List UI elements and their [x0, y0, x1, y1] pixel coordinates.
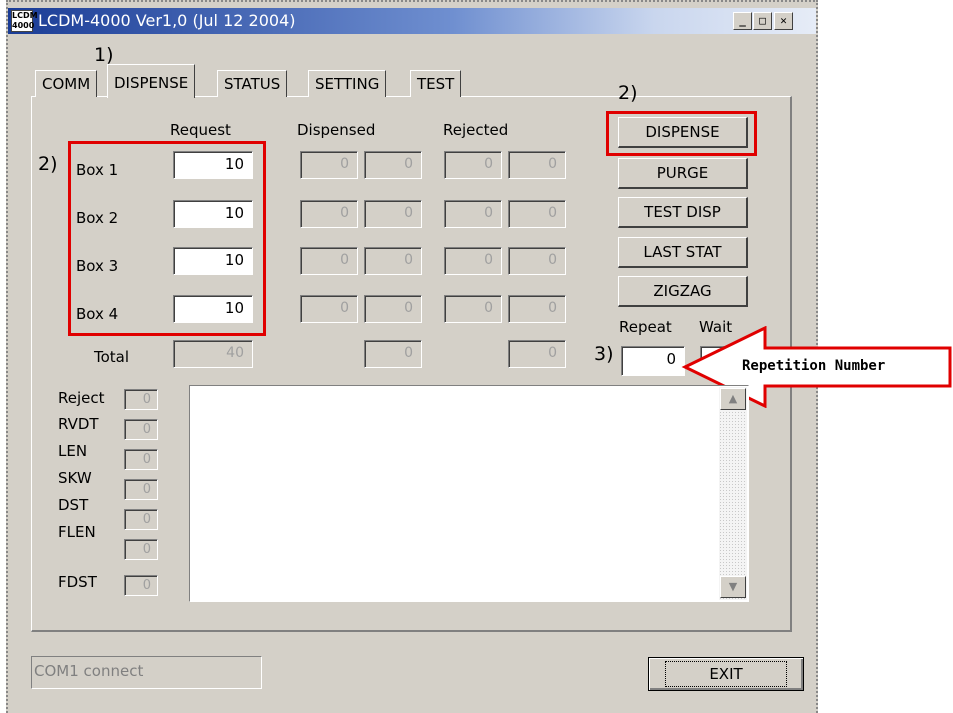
zigzag-button[interactable]: ZIGZAG: [618, 276, 748, 307]
window-title: LCDM-4000 Ver1,0 (Jul 12 2004): [38, 11, 296, 30]
annotation-tab-marker: 1): [94, 44, 114, 66]
tab-test[interactable]: TEST: [410, 70, 462, 97]
header-rejected: Rejected: [443, 121, 509, 139]
app-icon: LCDM 4000: [11, 10, 38, 32]
stat-field-dst: 0: [124, 509, 158, 530]
total-request-field: 40: [173, 340, 253, 368]
scroll-down-icon[interactable]: ▼: [720, 576, 746, 598]
box-label: Box 4: [76, 305, 119, 323]
rejected-field: 0: [444, 247, 502, 275]
tab-status[interactable]: STATUS: [217, 70, 288, 97]
log-scrollbar[interactable]: [719, 387, 747, 600]
rejected-field: 0: [444, 200, 502, 228]
dispensed-field: 0: [300, 151, 358, 179]
request-input[interactable]: 10: [173, 295, 253, 323]
maximize-button[interactable]: □: [753, 12, 772, 30]
dispensed-field: 0: [300, 200, 358, 228]
box-label: Box 3: [76, 257, 119, 275]
header-dispensed: Dispensed: [297, 121, 376, 139]
minimize-button[interactable]: _: [733, 12, 752, 30]
tab-dispense[interactable]: DISPENSE: [107, 64, 196, 98]
request-input[interactable]: 10: [173, 247, 253, 275]
stat-label-rvdt: RVDT: [58, 415, 99, 433]
rejected-field: 0: [444, 151, 502, 179]
stat-field-len: 0: [124, 449, 158, 470]
stat-label-dst: DST: [58, 496, 89, 514]
request-input[interactable]: 10: [173, 200, 253, 228]
test-disp-button[interactable]: TEST DISP: [618, 197, 748, 228]
exit-button[interactable]: EXIT: [648, 657, 804, 691]
tab-setting[interactable]: SETTING: [308, 70, 387, 97]
stat-field-flen: 0: [124, 539, 158, 560]
dispensed-field: 0: [300, 247, 358, 275]
last-stat-button[interactable]: LAST STAT: [618, 237, 748, 268]
annotation-fields-marker: 2): [38, 153, 58, 175]
rejected-field: 0: [508, 247, 566, 275]
repeat-label: Repeat: [619, 318, 672, 336]
annotation-repeat-marker: 3): [594, 343, 614, 365]
total-label: Total: [94, 348, 130, 366]
rejected-field: 0: [508, 200, 566, 228]
tab-comm[interactable]: COMM: [35, 70, 98, 97]
annotation-button-marker: 2): [618, 82, 638, 104]
repeat-input[interactable]: 0: [621, 346, 685, 376]
status-field: COM1 connect: [31, 656, 262, 689]
stat-field-rvdt: 0: [124, 419, 158, 440]
stat-label-skw: SKW: [58, 469, 92, 487]
purge-button[interactable]: PURGE: [618, 158, 748, 189]
dispensed-field: 0: [364, 151, 422, 179]
box-label: Box 1: [76, 161, 119, 179]
dispensed-field: 0: [364, 247, 422, 275]
box-label: Box 2: [76, 209, 119, 227]
log-textarea[interactable]: [189, 385, 749, 602]
rejected-field: 0: [508, 151, 566, 179]
stat-label-len: LEN: [58, 442, 88, 460]
dispense-button[interactable]: DISPENSE: [618, 117, 748, 148]
annotation-arrow-label: Repetition Number: [742, 358, 886, 374]
exit-button-label: EXIT: [665, 661, 787, 687]
stat-field-fdst: 0: [124, 575, 158, 596]
stat-label-fdst: FDST: [58, 573, 97, 591]
stat-label-flen: FLEN: [58, 523, 96, 541]
dispensed-field: 0: [300, 295, 358, 323]
close-button[interactable]: ✕: [774, 12, 793, 30]
total-dispensed-field: 0: [364, 340, 422, 368]
request-input[interactable]: 10: [173, 151, 253, 179]
stat-label-reject: Reject: [58, 389, 105, 407]
scroll-up-icon[interactable]: ▲: [720, 388, 746, 410]
total-rejected-field: 0: [508, 340, 566, 368]
header-request: Request: [170, 121, 231, 139]
rejected-field: 0: [444, 295, 502, 323]
stat-field-skw: 0: [124, 479, 158, 500]
stat-field-reject: 0: [124, 389, 158, 410]
rejected-field: 0: [508, 295, 566, 323]
dispensed-field: 0: [364, 295, 422, 323]
dispensed-field: 0: [364, 200, 422, 228]
